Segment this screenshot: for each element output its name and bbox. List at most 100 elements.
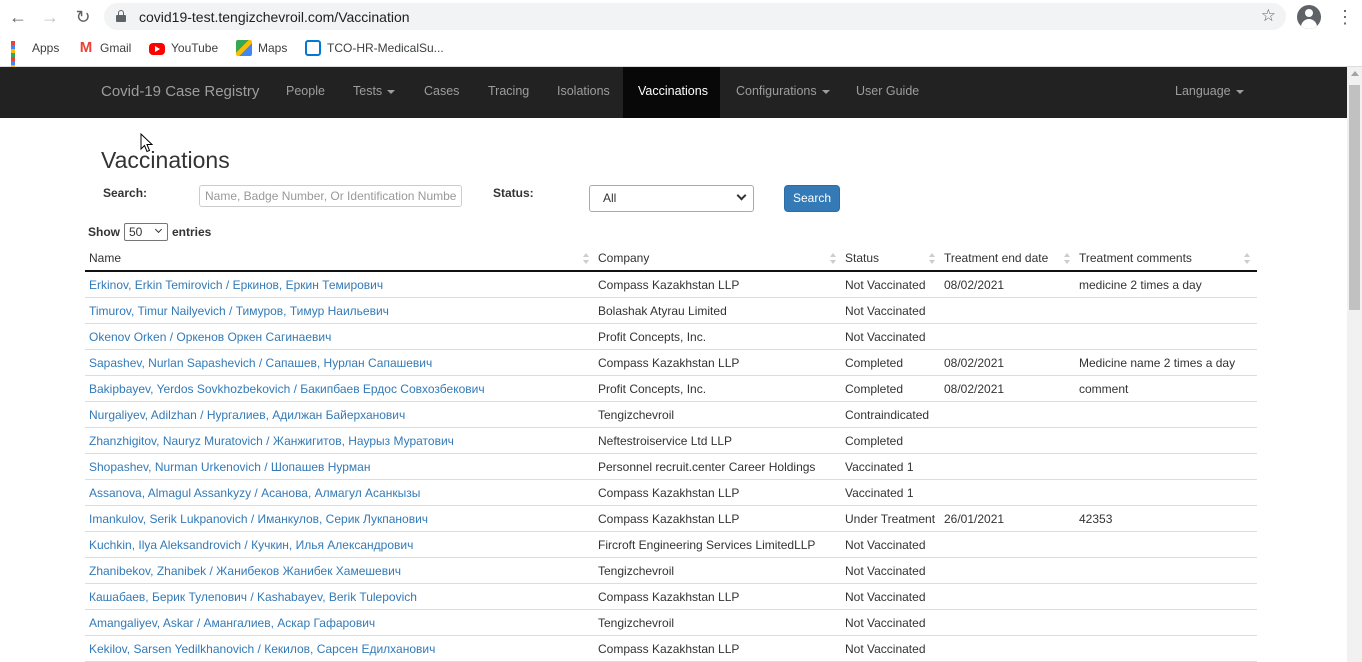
cell-company: Neftestroiservice Ltd LLP [598,434,733,448]
person-name-link[interactable]: Amangaliyev, Askar / Амангалиев, Аскар Г… [89,616,375,630]
sort-icon[interactable] [1064,253,1071,265]
forward-icon[interactable]: → [39,6,61,28]
profile-avatar-icon[interactable] [1297,5,1321,29]
cell-company: Compass Kazakhstan LLP [598,590,740,604]
entries-select[interactable]: 50 [124,223,168,241]
nav-isolations[interactable]: Isolations [545,67,622,118]
cell-status: Not Vaccinated [845,616,926,630]
sort-icon[interactable] [1244,253,1251,265]
person-name-link[interactable]: Timurov, Timur Nailyevich / Тимуров, Тим… [89,304,389,318]
person-name-link[interactable]: Okenov Orken / Оркенов Оркен Сагинаевич [89,330,331,344]
address-row: ← → ↻ covid19-test.tengizchevroil.com/Va… [0,0,1362,33]
nav-tracing[interactable]: Tracing [476,67,541,118]
person-name-link[interactable]: Shopashev, Nurman Urkenovich / Шопашев Н… [89,460,370,474]
cell-status: Not Vaccinated [845,564,926,578]
table-row: Кашабаев, Берик Тулепович / Kashabayev, … [85,584,1257,610]
person-name-link[interactable]: Sapashev, Nurlan Sapashevich / Сапашев, … [89,356,432,370]
table-row: Kuchkin, Ilya Aleksandrovich / Кучкин, И… [85,532,1257,558]
entries-label: entries [172,225,212,239]
search-input[interactable] [199,185,462,207]
cell-status: Vaccinated 1 [845,486,914,500]
table-body: Erkinov, Erkin Temirovich / Еркинов, Ерк… [85,272,1257,662]
nav-language[interactable]: Language [1163,67,1256,118]
search-button[interactable]: Search [784,185,840,212]
table-header: Name Company Status Treatment end date T… [85,246,1257,272]
vaccinations-table: Name Company Status Treatment end date T… [85,246,1257,662]
cell-comment: medicine 2 times a day [1079,278,1202,292]
cell-status: Not Vaccinated [845,538,926,552]
person-name-link[interactable]: Кашабаев, Берик Тулепович / Kashabayev, … [89,590,417,604]
cell-company: Tengizchevroil [598,564,675,578]
reload-icon[interactable]: ↻ [72,6,94,28]
table-row: Imankulov, Serik Lukpanovich / Иманкулов… [85,506,1257,532]
bookmark-label: TCO-HR-MedicalSu... [327,41,444,55]
address-bar[interactable]: covid19-test.tengizchevroil.com/Vaccinat… [104,3,1286,30]
cell-status: Not Vaccinated [845,642,926,656]
nav-user-guide[interactable]: User Guide [844,67,931,118]
table-row: Timurov, Timur Nailyevich / Тимуров, Тим… [85,298,1257,324]
cell-end: 08/02/2021 [944,382,1005,396]
cell-company: Compass Kazakhstan LLP [598,486,740,500]
person-name-link[interactable]: Bakipbayev, Yerdos Sovkhozbekovich / Бак… [89,382,485,396]
cell-company: Compass Kazakhstan LLP [598,356,740,370]
table-row: Nurgaliyev, Adilzhan / Нургалиев, Адилжа… [85,402,1257,428]
column-header-name[interactable]: Name [89,251,121,265]
nav-label: Language [1175,84,1231,98]
bookmark-tco[interactable]: TCO-HR-MedicalSu... [305,38,444,58]
bookmark-youtube[interactable]: YouTube [149,38,218,58]
bookmark-apps[interactable]: Apps [10,38,59,77]
gmail-icon: M [79,39,93,56]
sort-icon[interactable] [929,253,936,265]
sort-icon[interactable] [830,253,837,265]
page-title: Vaccinations [101,147,230,173]
nav-label: Vaccinations [638,84,708,98]
person-name-link[interactable]: Nurgaliyev, Adilzhan / Нургалиев, Адилжа… [89,408,405,422]
nav-vaccinations[interactable]: Vaccinations [623,67,720,118]
person-name-link[interactable]: Kuchkin, Ilya Aleksandrovich / Кучкин, И… [89,538,413,552]
sort-icon[interactable] [583,253,590,265]
person-name-link[interactable]: Assanova, Almagul Assankyzy / Асанова, А… [89,486,420,500]
bookmark-star-icon[interactable]: ☆ [1261,6,1276,26]
status-label: Status: [493,186,534,200]
column-header-end-date[interactable]: Treatment end date [944,251,1048,265]
person-name-link[interactable]: Kekilov, Sarsen Yedilkhanovich / Кекилов… [89,642,435,656]
column-header-company[interactable]: Company [598,251,649,265]
nav-label: Configurations [736,84,817,98]
bookmark-gmail[interactable]: M Gmail [78,38,132,58]
person-name-link[interactable]: Imankulov, Serik Lukpanovich / Иманкулов… [89,512,428,526]
status-select[interactable]: All [589,185,754,212]
column-header-status[interactable]: Status [845,251,879,265]
cell-status: Not Vaccinated [845,590,926,604]
scroll-up-icon[interactable] [1351,71,1359,76]
nav-cases[interactable]: Cases [412,67,471,118]
table-row: Erkinov, Erkin Temirovich / Еркинов, Ерк… [85,272,1257,298]
brand-link[interactable]: Covid-19 Case Registry [101,83,259,100]
person-name-link[interactable]: Zhanzhigitov, Nauryz Muratovich / Жанжиг… [89,434,454,448]
back-icon[interactable]: ← [7,6,29,28]
tco-icon [305,40,321,56]
app-navbar: Covid-19 Case Registry People Tests Case… [0,67,1347,118]
nav-configurations[interactable]: Configurations [724,67,842,118]
browser-menu-icon[interactable]: ⋮ [1336,7,1354,27]
person-name-link[interactable]: Erkinov, Erkin Temirovich / Еркинов, Ерк… [89,278,383,292]
table-row: Okenov Orken / Оркенов Оркен Сагинаевич P… [85,324,1257,350]
cell-status: Under Treatment [845,512,936,526]
scrollbar-thumb[interactable] [1349,85,1360,310]
person-name-link[interactable]: Zhanibekov, Zhanibek / Жанибеков Жанибек… [89,564,401,578]
column-header-comments[interactable]: Treatment comments [1079,251,1192,265]
nav-people[interactable]: People [274,67,337,118]
chevron-down-icon [154,225,163,234]
page-scrollbar[interactable] [1347,67,1362,662]
chevron-down-icon [736,190,747,201]
cell-status: Contraindicated [845,408,930,422]
bookmark-maps[interactable]: Maps [236,38,287,58]
nav-label: User Guide [856,84,920,98]
bookmark-label: Gmail [100,41,132,55]
caret-down-icon [1235,89,1244,94]
cell-end: 26/01/2021 [944,512,1005,526]
table-row: Amangaliyev, Askar / Амангалиев, Аскар Г… [85,610,1257,636]
nav-tests[interactable]: Tests [341,67,407,118]
bookmark-label: Maps [258,41,288,55]
cell-company: Fircroft Engineering Services LimitedLLP [598,538,816,552]
browser-chrome: ← → ↻ covid19-test.tengizchevroil.com/Va… [0,0,1362,77]
